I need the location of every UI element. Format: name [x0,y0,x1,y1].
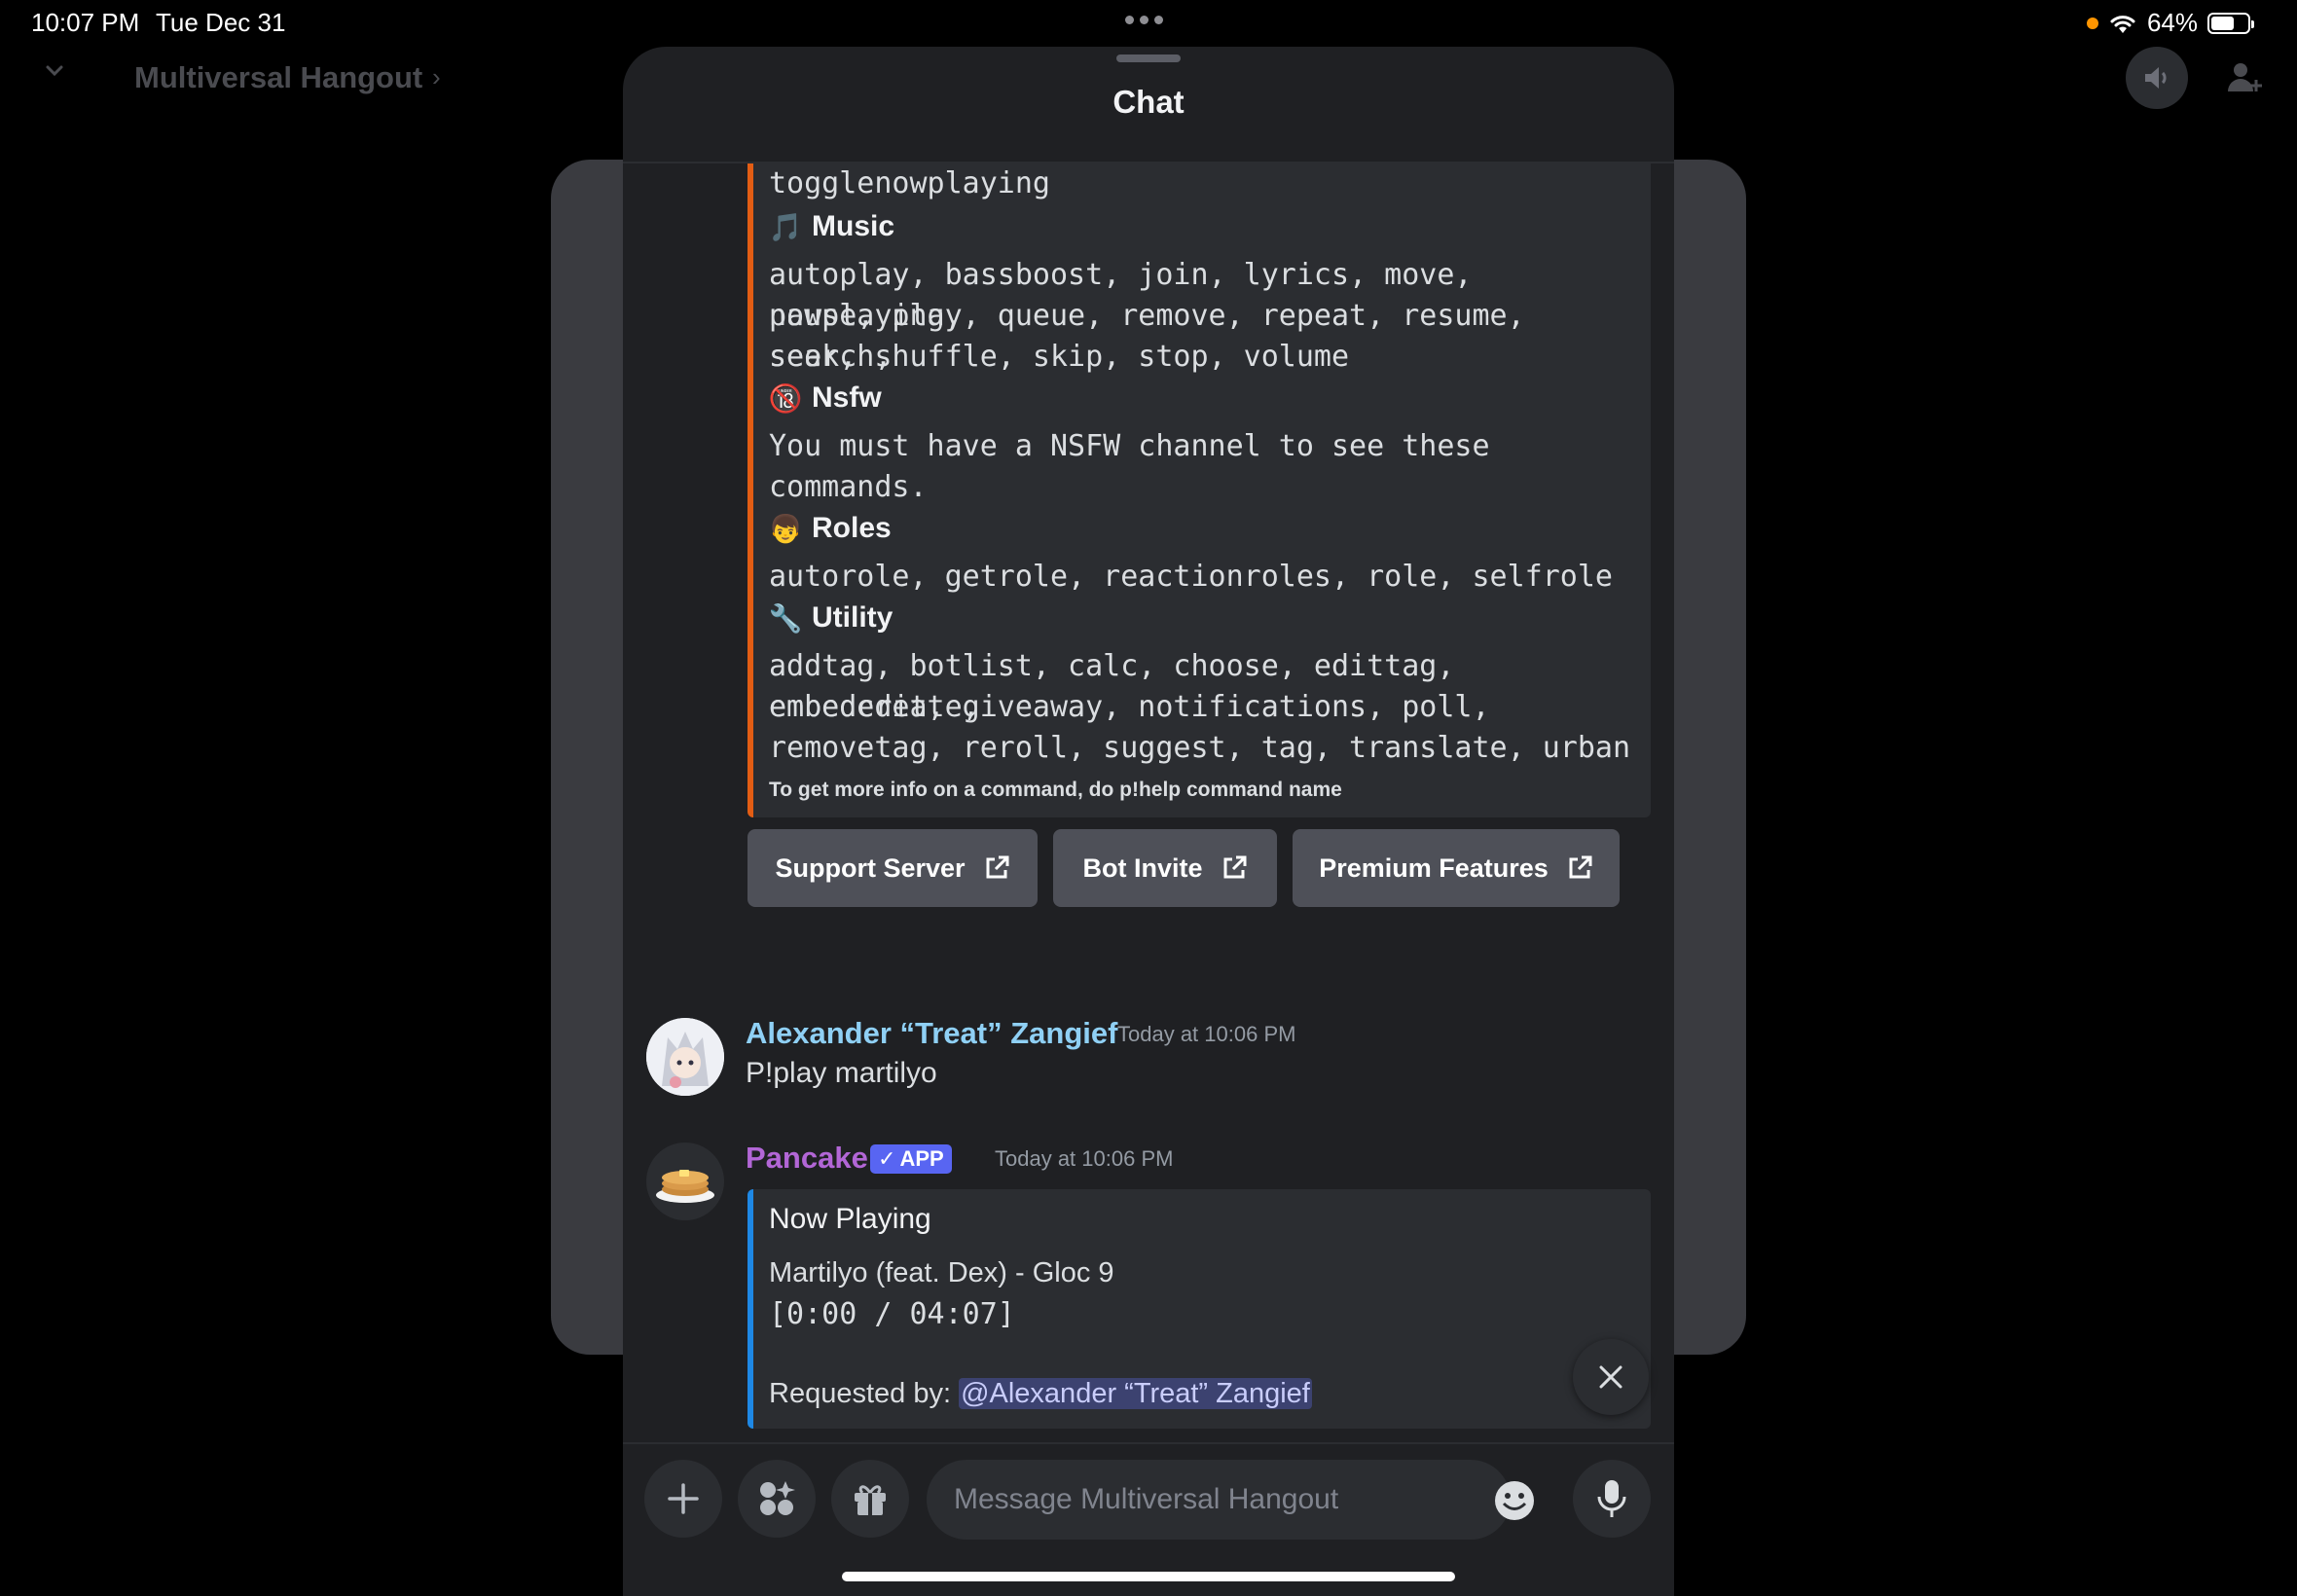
requested-by: Requested by: @Alexander “Treat” Zangief [769,1378,1312,1410]
home-indicator[interactable] [842,1572,1455,1581]
message-author[interactable]: Alexander “Treat” Zangief [746,1016,1117,1051]
button-label: Support Server [775,852,966,883]
microphone-icon [1597,1480,1626,1517]
message-input[interactable]: Message Multiversal Hangout [927,1460,1511,1540]
category-name: Utility [812,601,893,634]
support-server-button[interactable]: Support Server [747,829,1038,907]
embed-footer: To get more info on a command, do p!help… [769,779,1342,801]
emoji-icon[interactable] [1493,1479,1536,1522]
embed-accent-bar [747,163,753,817]
person-icon: 👦 [768,513,803,544]
apps-button[interactable] [738,1460,816,1538]
close-button[interactable] [1573,1339,1649,1415]
apps-sparkle-icon [760,1481,795,1515]
embed-command-line: togglenowplaying [769,166,1050,200]
wrench-icon: 🔧 [768,602,803,634]
external-link-icon [1569,855,1592,879]
song-title: Martilyo (feat. Dex) - Gloc 9 [769,1257,1114,1288]
requested-label: Requested by: [769,1378,952,1409]
voice-message-button[interactable] [1573,1460,1651,1538]
status-indicators: 64% [2086,8,2254,38]
multitasking-dots[interactable] [1125,16,1163,24]
category-roles: 👦 Roles [767,510,892,547]
category-name: Nsfw [812,381,882,414]
no-under-18-icon: 🔞 [768,382,803,414]
message-timestamp: Today at 10:06 PM [1117,1022,1296,1046]
command-line: autorole, getrole, reactionroles, role, … [769,560,1613,594]
musical-note-icon: 🎵 [768,211,803,242]
external-link-icon [986,855,1009,879]
chat-sheet: Chat ·· ···· ···· ··· ···· ··· ··· ··· ·… [623,47,1674,1596]
anime-avatar-icon [646,1018,724,1096]
song-progress: [0:00 / 04:07] [769,1297,1015,1331]
embed-accent-bar [747,1189,753,1429]
speaker-button[interactable] [2126,47,2188,109]
chevron-down-icon[interactable] [43,58,66,82]
external-link-icon [1223,855,1246,879]
sheet-title: Chat [1112,84,1185,120]
message-timestamp: Today at 10:06 PM [995,1146,1174,1171]
category-utility: 🔧 Utility [767,599,893,636]
category-nsfw: 🔞 Nsfw [767,380,882,417]
now-playing-embed: Now Playing Martilyo (feat. Dex) - Gloc … [747,1189,1651,1429]
mic-in-use-indicator [2086,17,2098,29]
category-name: Music [812,210,895,242]
server-title[interactable]: Multiversal Hangout [134,60,422,95]
badge-label: APP [899,1146,944,1171]
command-line: You must have a NSFW channel to see thes… [769,429,1490,463]
category-music: 🎵 Music [767,208,894,245]
avatar[interactable] [646,1143,724,1220]
command-line: removetag, reroll, suggest, tag, transla… [769,731,1631,765]
battery-icon [2207,12,2254,34]
app-badge: ✓ APP [870,1144,952,1174]
add-attachment-button[interactable] [644,1460,722,1538]
message-author[interactable]: Pancake [746,1141,868,1176]
gift-icon [855,1485,886,1515]
user-mention[interactable]: @Alexander “Treat” Zangief [959,1378,1312,1409]
button-label: Bot Invite [1082,852,1203,883]
button-label: Premium Features [1319,852,1549,883]
chevron-right-icon: › [432,62,441,91]
status-time: 10:07 PM [31,8,140,37]
status-date: Tue Dec 31 [156,8,286,37]
bot-invite-button[interactable]: Bot Invite [1053,829,1277,907]
command-line: embededit, giveaway, notifications, poll… [769,690,1490,724]
premium-features-button[interactable]: Premium Features [1293,829,1620,907]
embed-title: Now Playing [769,1203,931,1235]
command-line: commands. [769,470,928,504]
avatar[interactable] [646,1018,724,1096]
message-text: P!play martilyo [746,1057,937,1089]
close-icon [1599,1365,1622,1389]
gift-button[interactable] [831,1460,909,1538]
pancake-icon [656,1170,714,1203]
add-user-icon[interactable] [2225,58,2264,97]
check-icon: ✓ [878,1146,896,1171]
speaker-icon [2145,67,2167,89]
battery-percent: 64% [2146,8,2198,37]
plus-icon [668,1483,699,1514]
wifi-icon [2110,15,2135,33]
sheet-grabber[interactable] [1116,54,1181,62]
help-embed: ·· ···· ···· ··· ···· ··· ··· ··· ··· ··… [747,163,1651,817]
command-line: seek, shuffle, skip, stop, volume [769,340,1350,374]
divider [623,1442,1674,1444]
category-name: Roles [812,512,892,544]
message-list[interactable]: ·· ···· ···· ··· ···· ··· ··· ··· ··· ··… [623,163,1674,1438]
input-placeholder: Message Multiversal Hangout [954,1483,1339,1515]
